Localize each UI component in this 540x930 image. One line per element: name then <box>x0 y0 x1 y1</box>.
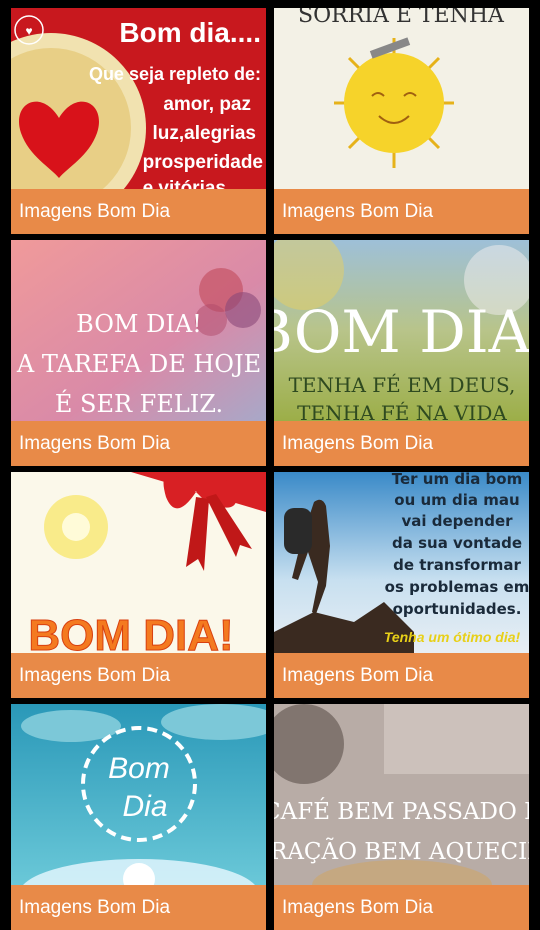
image-text: prosperidade <box>143 152 263 173</box>
image-text: da sua vontade <box>392 534 522 552</box>
gallery-caption: Imagens Bom Dia <box>274 885 529 930</box>
image-text: Que seja repleto de: <box>89 64 261 84</box>
image-text: BOM DIA! <box>28 611 233 653</box>
gallery-item[interactable]: BOM DIA! Imagens Bom Dia <box>11 472 266 698</box>
image-text: oportunidades. <box>393 600 522 618</box>
gallery-image[interactable]: ♥ Bom dia.... Que seja repleto de: amor,… <box>11 8 266 189</box>
image-text: BOM DIA! <box>76 310 202 338</box>
image-text: Ter um dia bom <box>392 472 522 488</box>
image-text: os problemas em <box>385 578 529 596</box>
image-text: Tenha um ótimo dia! <box>384 629 521 645</box>
gallery-image[interactable]: SORRIA E TENHA <box>274 8 529 189</box>
image-text: ou um dia mau <box>394 491 519 509</box>
image-gallery: ♥ Bom dia.... Que seja repleto de: amor,… <box>0 0 540 930</box>
gallery-item[interactable]: BOM DIA! A TAREFA DE HOJE É SER FELIZ. I… <box>11 240 266 466</box>
gallery-caption: Imagens Bom Dia <box>11 653 266 698</box>
image-text: TENHA FÉ NA VIDA <box>297 401 507 421</box>
gallery-item[interactable]: Bom Dia Imagens Bom Dia <box>11 704 266 930</box>
image-text: SORRIA E TENHA <box>298 8 505 28</box>
image-text: Bom <box>108 752 170 785</box>
gallery-item[interactable]: SORRIA E TENHA Imagens Bom Dia <box>274 8 529 234</box>
gallery-image[interactable]: BOM DIA! A TAREFA DE HOJE É SER FELIZ. <box>11 240 266 421</box>
gallery-item[interactable]: BOM DIA! TENHA FÉ EM DEUS, TENHA FÉ NA V… <box>274 240 529 466</box>
gallery-item[interactable]: Ter um dia bom ou um dia mau vai depende… <box>274 472 529 698</box>
gallery-image[interactable]: UM CAFÉ BEM PASSADO E UM CORAÇÃO BEM AQU… <box>274 704 529 885</box>
gallery-image[interactable]: Ter um dia bom ou um dia mau vai depende… <box>274 472 529 653</box>
gallery-caption: Imagens Bom Dia <box>11 885 266 930</box>
gallery-image[interactable]: BOM DIA! <box>11 472 266 653</box>
gallery-caption: Imagens Bom Dia <box>11 189 266 234</box>
gallery-caption: Imagens Bom Dia <box>11 421 266 466</box>
image-text: CORAÇÃO BEM AQUECIDO. <box>274 837 529 865</box>
image-text: A TAREFA DE HOJE <box>16 350 261 378</box>
image-text: amor, paz <box>163 94 251 115</box>
gallery-caption: Imagens Bom Dia <box>274 189 529 234</box>
image-text: luz,alegrias <box>153 123 257 144</box>
image-text: BOM DIA! <box>274 298 529 366</box>
gallery-caption: Imagens Bom Dia <box>274 421 529 466</box>
gallery-image[interactable]: Bom Dia <box>11 704 266 885</box>
image-text: Bom dia.... <box>119 17 261 48</box>
gallery-caption: Imagens Bom Dia <box>274 653 529 698</box>
image-text: É SER FELIZ. <box>55 389 223 418</box>
gallery-item[interactable]: ♥ Bom dia.... Que seja repleto de: amor,… <box>11 8 266 234</box>
gallery-image[interactable]: BOM DIA! TENHA FÉ EM DEUS, TENHA FÉ NA V… <box>274 240 529 421</box>
gallery-item[interactable]: UM CAFÉ BEM PASSADO E UM CORAÇÃO BEM AQU… <box>274 704 529 930</box>
image-text: de transformar <box>393 556 521 574</box>
image-text: TENHA FÉ EM DEUS, <box>289 373 516 397</box>
image-text: e vitórias <box>143 178 226 189</box>
image-text: UM CAFÉ BEM PASSADO E UM <box>274 798 529 825</box>
image-text: Dia <box>122 790 167 823</box>
image-text: vai depender <box>401 512 513 530</box>
svg-text:♥: ♥ <box>25 24 32 38</box>
